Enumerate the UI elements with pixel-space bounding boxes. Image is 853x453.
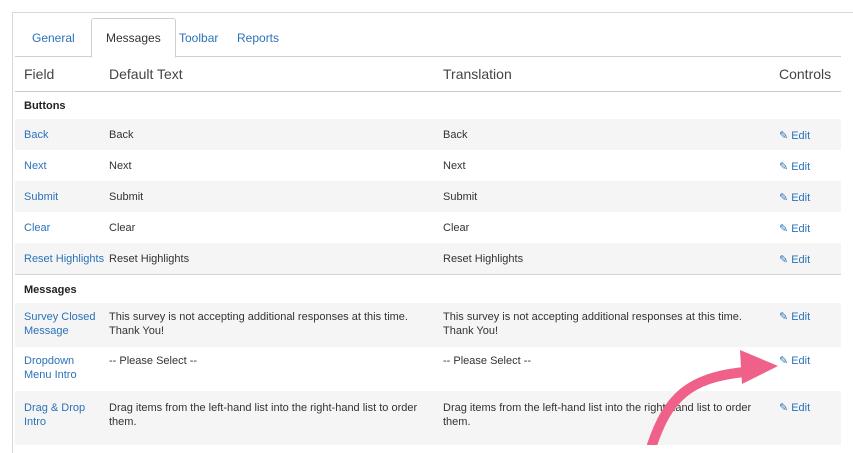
pointer-arrow-icon (647, 350, 778, 445)
